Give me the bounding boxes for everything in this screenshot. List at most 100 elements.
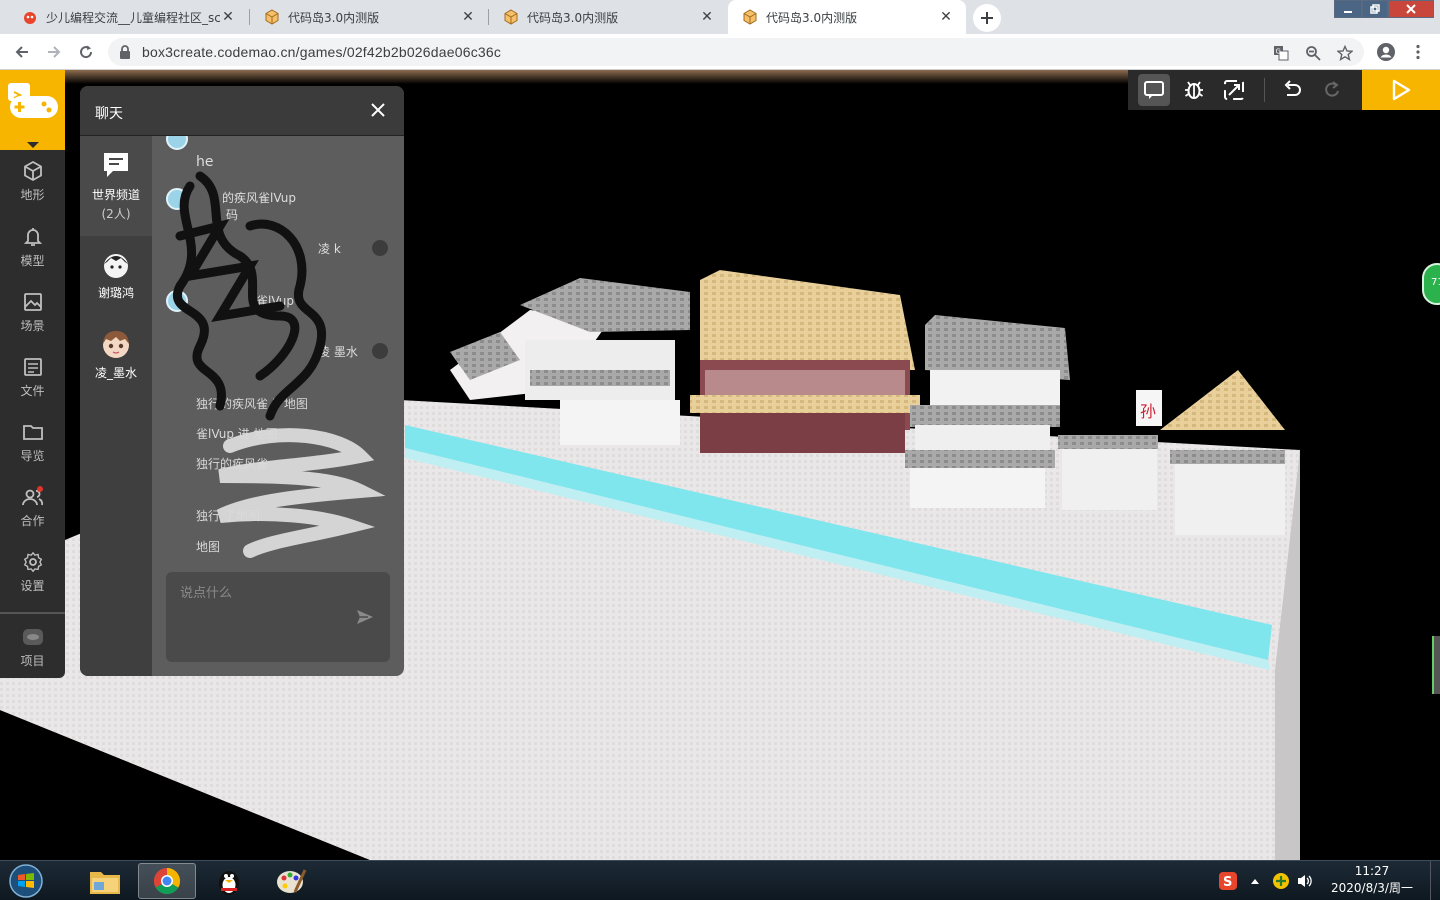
windows-start-icon [9,864,43,898]
right-scroll-handle[interactable] [1432,636,1440,694]
browser-tab-2[interactable]: 代码岛3.0内测版 ✕ [250,0,488,34]
restore-button[interactable] [1362,0,1388,18]
channel-world[interactable]: 世界频道 (2人) [80,136,152,236]
browser-tab-4-active[interactable]: 代码岛3.0内测版 ✕ [728,0,966,34]
channel-label: 谢璐鸿 [97,286,134,300]
svg-text:S: S [1223,875,1232,890]
folder-icon [90,872,120,894]
sidebar-item-file[interactable]: 文件 [0,346,65,408]
message-text: 的疾风雀lVup [222,191,296,205]
star-icon[interactable] [1336,44,1354,62]
sidebar-item-guide[interactable]: 导览 [0,411,65,473]
start-button[interactable] [4,863,48,899]
os-taskbar: S 11:27 2020/8/3/周一 [0,860,1440,900]
channel-user-1[interactable]: 谢璐鸿 [80,236,152,316]
gear-icon [23,551,42,572]
avatar [372,343,388,359]
tab-close-icon[interactable]: ✕ [220,9,236,25]
system-message: 独行的疾风雀 [196,457,269,471]
online-badge[interactable]: 71 [1422,263,1440,305]
tab-close-icon[interactable]: ✕ [938,9,954,25]
zoom-icon[interactable] [1304,44,1322,62]
people-icon [21,485,43,505]
taskbar-explorer[interactable] [76,863,134,899]
redo-button[interactable] [1316,74,1348,106]
browser-tab-1[interactable]: 少儿编程交流__儿童编程社区_sc ✕ [8,0,248,34]
folder-icon [22,424,43,440]
bug-icon [1185,81,1203,99]
left-sidebar: 地形 模型 场景 文件 导览 合作 设置 项目 [0,150,65,678]
sidebar-item-scene[interactable]: 场景 [0,281,65,343]
chat-toggle-button[interactable] [1138,74,1170,106]
show-desktop-button[interactable] [1430,861,1440,900]
sogou-ime-icon[interactable]: S [1216,861,1240,900]
minimize-button[interactable] [1334,0,1362,18]
system-message: 地图 [196,540,221,554]
sidebar-item-label: 文件 [20,383,45,398]
taskbar-qq[interactable] [200,863,258,899]
toolbar-divider [1264,78,1265,102]
app-logo[interactable] [0,70,65,150]
message-text: 码 [226,208,239,222]
profile-button[interactable] [1374,40,1398,64]
message-list: he 的疾风雀lVup 码 凌 k 雀lVup 凌 墨水 独行的疾风雀 了地图 … [152,136,404,566]
play-button[interactable] [1362,70,1440,110]
back-button[interactable] [10,40,34,64]
sidebar-divider [0,612,65,614]
sidebar-item-project[interactable]: 项目 [0,616,65,678]
qq-penguin-icon [219,871,239,895]
chat-header: 聊天 [80,86,404,136]
sidebar-item-settings[interactable]: 设置 [0,541,65,603]
browser-tab-3[interactable]: 代码岛3.0内测版 ✕ [489,0,727,34]
new-tab-button[interactable] [973,4,1001,32]
svg-text:孙: 孙 [1140,402,1156,421]
reload-icon [80,45,93,59]
sidebar-item-terrain[interactable]: 地形 [0,150,65,212]
translate-icon[interactable]: G [1272,44,1290,62]
message-text: 凌 墨水 [318,345,358,359]
project-icon [22,628,43,645]
tab-close-icon[interactable]: ✕ [699,9,715,25]
chat-message-input[interactable]: 说点什么 [166,572,390,662]
reload-button[interactable] [74,40,98,64]
sidebar-item-collab[interactable]: 合作 [0,476,65,538]
network-status-icon[interactable] [1270,861,1292,900]
tab-title: 代码岛3.0内测版 [766,10,858,25]
avatar [166,290,188,312]
browser-tab-strip: 少儿编程交流__儿童编程社区_sc ✕ 代码岛3.0内测版 ✕ 代码岛3.0内测… [0,0,1440,34]
chat-close-button[interactable] [368,101,388,121]
tab-close-icon[interactable]: ✕ [460,9,476,25]
close-window-button[interactable] [1388,0,1434,18]
system-message: 独行 了地图 [196,509,260,523]
play-icon [1392,79,1411,101]
sidebar-item-model[interactable]: 模型 [0,216,65,278]
channel-label: 凌_墨水 [94,366,137,380]
url-field[interactable]: box3create.codemao.cn/games/02f42b2b026d… [108,38,1364,66]
chat-bubble-icon [1144,81,1164,99]
debug-button[interactable] [1178,74,1210,106]
online-count: 71 [1431,277,1440,288]
taskbar-paint[interactable] [262,863,320,899]
menu-button[interactable] [1406,40,1430,64]
gamepad-logo-icon [8,83,58,148]
forward-button[interactable] [42,40,66,64]
chat-panel: 聊天 世界频道 (2人) 谢璐鸿 凌_墨水 he 的疾风雀lVup 码 凌 k … [80,86,404,676]
avatar [372,240,388,256]
fullscreen-button[interactable] [1218,74,1250,106]
cube-icon [264,9,280,25]
taskbar-chrome[interactable] [138,863,196,899]
message-text: he [196,154,214,170]
tray-expand-icon[interactable] [1246,861,1264,900]
sidebar-item-label: 场景 [20,318,45,333]
undo-icon [1284,80,1301,96]
chat-title: 聊天 [95,106,123,122]
channel-user-2[interactable]: 凌_墨水 [80,316,152,396]
redo-icon [1325,81,1339,97]
volume-icon[interactable] [1294,861,1316,900]
system-clock[interactable]: 11:27 2020/8/3/周一 [1320,863,1424,897]
undo-button[interactable] [1276,74,1308,106]
channel-label: 世界频道 [91,188,140,202]
avatar [104,254,128,278]
codemao-icon [22,9,38,25]
send-icon[interactable] [356,608,374,626]
